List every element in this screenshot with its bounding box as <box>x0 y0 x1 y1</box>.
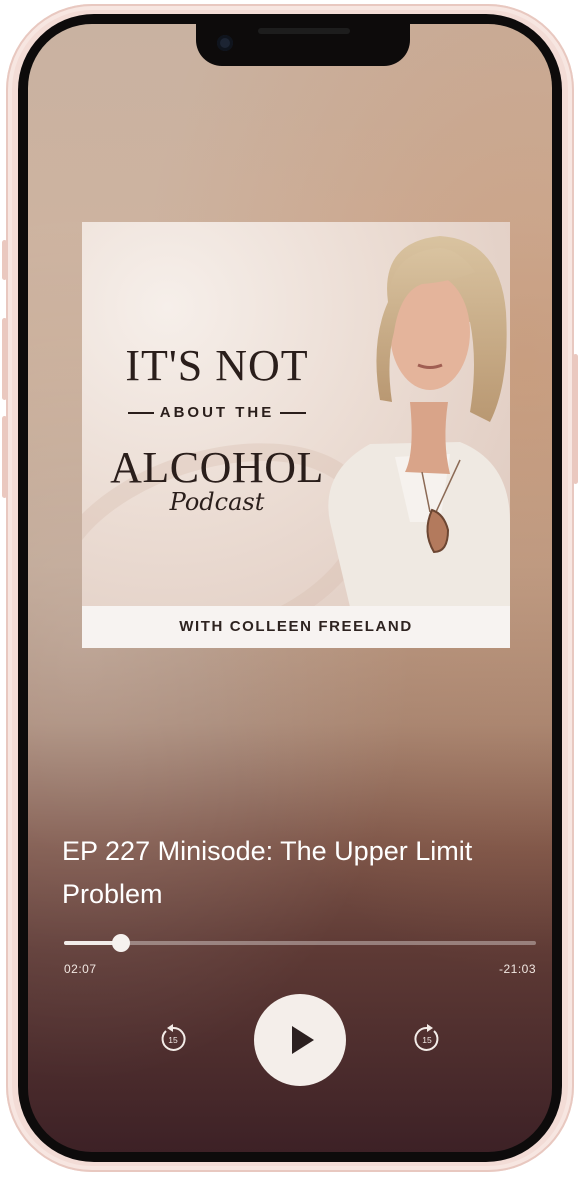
play-icon <box>292 1026 314 1054</box>
earpiece-speaker <box>258 28 350 34</box>
artwork-title-line3: ALCOHOL <box>110 443 324 492</box>
artwork-title-line2-text: ABOUT THE <box>159 404 275 421</box>
volume-up-button <box>2 318 7 400</box>
silent-switch <box>2 240 7 280</box>
remaining-time: -21:03 <box>498 962 536 976</box>
power-button <box>573 354 578 484</box>
camera-icon <box>217 35 233 51</box>
artwork-host-credit: WITH COLLEEN FREELAND <box>82 606 510 648</box>
elapsed-time: 02:07 <box>64 962 97 976</box>
skip-forward-15-button[interactable]: 15 <box>410 1022 444 1056</box>
skip-back-label: 15 <box>168 1035 178 1045</box>
rewind-15-icon: 15 <box>161 1024 186 1051</box>
skip-back-15-button[interactable]: 15 <box>156 1022 190 1056</box>
progress-scrubber[interactable] <box>64 934 536 952</box>
forward-15-icon: 15 <box>414 1024 439 1051</box>
notch <box>196 24 410 66</box>
artwork-title-line4: Podcast <box>169 488 265 516</box>
episode-title: EP 227 Minisode: The Upper Limit Problem <box>62 836 473 909</box>
skip-forward-label: 15 <box>422 1035 432 1045</box>
player-screen: IT'S NOT ABOUT THE ALCOHOL Podcast WITH … <box>28 24 552 1152</box>
volume-down-button <box>2 416 7 498</box>
scrubber-handle[interactable] <box>111 934 130 952</box>
artwork-title-line1: IT'S NOT <box>125 341 309 390</box>
phone-frame: IT'S NOT ABOUT THE ALCOHOL Podcast WITH … <box>2 4 578 1172</box>
play-button[interactable] <box>254 994 346 1086</box>
podcast-artwork: IT'S NOT ABOUT THE ALCOHOL Podcast WITH … <box>82 222 510 648</box>
phone-bezel: IT'S NOT ABOUT THE ALCOHOL Podcast WITH … <box>18 14 562 1162</box>
artwork-title-line2: ABOUT THE <box>82 404 352 421</box>
